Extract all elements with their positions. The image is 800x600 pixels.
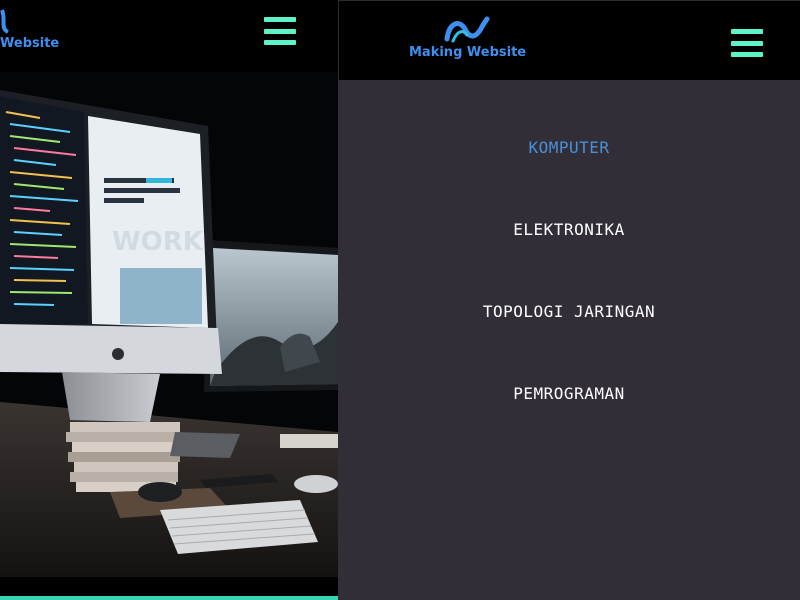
hero-screen-text: WORK (112, 227, 204, 257)
nav-item-topologi-jaringan[interactable]: TOPOLOGI JARINGAN (338, 302, 800, 321)
nav-item-pemrograman[interactable]: PEMROGRAMAN (338, 384, 800, 403)
hamburger-bar (731, 52, 763, 57)
page-header: Website (0, 0, 338, 72)
background-page: Website WORK (0, 0, 338, 600)
hamburger-bar (264, 40, 296, 45)
desk-computer-photo: WORK (0, 72, 338, 577)
accent-line (0, 596, 338, 600)
nav-item-komputer[interactable]: KOMPUTER (338, 138, 800, 157)
hamburger-bar (731, 40, 763, 46)
brand-name-partial: Website (0, 36, 60, 51)
brand-logo[interactable]: Website (0, 6, 82, 56)
hamburger-bar (264, 28, 296, 34)
hero-image: WORK (0, 72, 338, 577)
brand-name: Making Website (409, 45, 527, 60)
menu-toggle-button[interactable] (264, 17, 296, 45)
apple-logo-icon (112, 348, 124, 360)
menu-toggle-button[interactable] (731, 29, 763, 57)
nav-item-elektronika[interactable]: ELEKTRONIKA (338, 220, 800, 239)
hamburger-bar (264, 17, 296, 22)
hamburger-bar (731, 29, 763, 34)
menu-header: Making Website (338, 0, 800, 80)
nav-menu: KOMPUTER ELEKTRONIKA TOPOLOGI JARINGAN P… (338, 80, 800, 600)
logo-wave-icon (444, 16, 490, 43)
brand-logo[interactable]: Making Website (409, 15, 529, 65)
